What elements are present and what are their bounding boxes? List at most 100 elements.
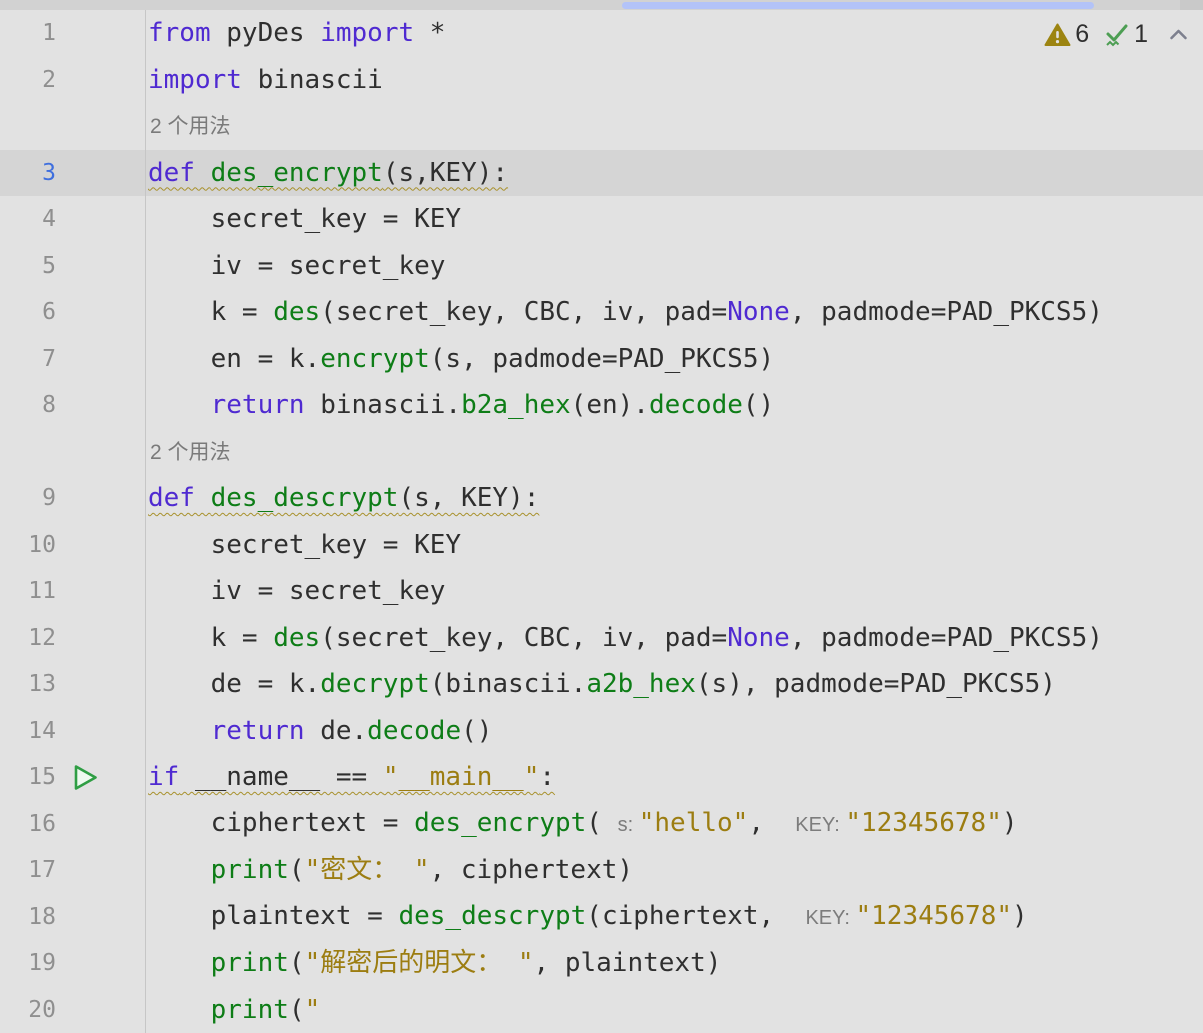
passed-group[interactable]: 1 [1103,20,1148,49]
code-segment-pl: ( [289,995,305,1025]
line-number[interactable]: 15 [0,764,56,790]
gutter[interactable]: 20 [0,987,146,1033]
code-line[interactable]: en = k.encrypt(s, padmode=PAD_PKCS5) [146,336,774,383]
code-line[interactable]: ciphertext = des_encrypt( s: "hello", KE… [146,800,1018,849]
scrollbar-thumb[interactable] [622,2,1094,9]
line-number[interactable]: 14 [0,718,56,744]
gutter[interactable]: 2 [0,57,146,104]
line-number[interactable]: 3 [0,160,56,186]
code-line[interactable]: def des_encrypt(s,KEY): [146,150,508,197]
line-number[interactable]: 10 [0,532,56,558]
code-text: k = des(secret_key, CBC, iv, pad=None, p… [148,297,1103,327]
code-segment-pl: iv = secret_key [148,576,445,606]
line-number[interactable]: 18 [0,904,56,930]
code-line-row: 2 import binascii [0,57,1203,104]
code-segment-pl: binascii [242,65,383,95]
gutter[interactable]: 15 [0,754,146,801]
gutter[interactable]: 1 [0,10,146,57]
line-number[interactable]: 8 [0,392,56,418]
line-number[interactable]: 6 [0,299,56,325]
editor-top-scrollbar[interactable] [0,0,1203,10]
code-line[interactable]: from pyDes import * [146,10,445,57]
gutter[interactable]: 11 [0,568,146,615]
code-line[interactable]: print("解密后的明文： ", plaintext) [146,940,721,987]
gutter[interactable]: 5 [0,243,146,290]
usages-inlay-label[interactable]: 2 个用法 [148,441,231,464]
code-segment-pl: (s,KEY): [383,158,508,188]
code-line[interactable]: print(" [146,987,320,1033]
gutter[interactable]: 9 [0,475,146,522]
usages-inlay-hint[interactable]: 2 个用法 [146,428,231,477]
gutter[interactable]: 18 [0,894,146,941]
line-number[interactable]: 2 [0,67,56,93]
code-segment-pl [148,390,211,420]
code-line[interactable]: def des_descrypt(s, KEY): [146,475,539,522]
line-number[interactable]: 13 [0,671,56,697]
run-button[interactable] [72,763,99,792]
code-text: return binascii.b2a_hex(en).decode() [148,390,774,420]
inspections-widget[interactable]: 6 1 [1044,20,1189,49]
code-segment-pl: * [414,18,445,48]
code-line[interactable]: k = des(secret_key, CBC, iv, pad=None, p… [146,615,1103,662]
code-line[interactable]: print("密文： ", ciphertext) [146,847,633,894]
code-line[interactable]: iv = secret_key [146,243,445,290]
code-segment-fn: des_descrypt [211,483,399,513]
code-line[interactable]: iv = secret_key [146,568,445,615]
gutter[interactable]: 13 [0,661,146,708]
line-number[interactable]: 4 [0,206,56,232]
code-text: secret_key = KEY [148,530,461,560]
code-line[interactable]: k = des(secret_key, CBC, iv, pad=None, p… [146,289,1103,336]
line-number[interactable]: 19 [0,950,56,976]
code-line[interactable]: plaintext = des_descrypt(ciphertext, KEY… [146,893,1028,942]
code-segment-fn: a2b_hex [586,669,696,699]
line-number[interactable]: 7 [0,346,56,372]
line-number[interactable]: 5 [0,253,56,279]
line-number[interactable]: 12 [0,625,56,651]
gutter[interactable]: 3 [0,150,146,197]
code-line[interactable]: secret_key = KEY [146,522,461,569]
code-line[interactable]: if __name__ == "__main__": [146,754,555,801]
gutter[interactable]: 17 [0,847,146,894]
code-segment-pl: k = [148,297,273,327]
code-segment-kw: return [211,716,305,746]
gutter[interactable]: 7 [0,336,146,383]
code-line[interactable]: import binascii [146,57,383,104]
gutter[interactable] [0,103,146,150]
gutter[interactable]: 19 [0,940,146,987]
code-segment-pl: , ciphertext) [430,855,634,885]
code-segment-pl: ( [289,948,305,978]
collapse-chevron-icon[interactable] [1168,27,1189,42]
code-line[interactable]: return de.decode() [146,708,492,755]
code-segment-fn: print [211,948,289,978]
gutter[interactable]: 16 [0,801,146,848]
code-segment-pl: __name__ == [179,762,383,792]
gutter[interactable]: 6 [0,289,146,336]
code-segment-pl: () [743,390,774,420]
gutter[interactable] [0,429,146,476]
gutter[interactable]: 8 [0,382,146,429]
gutter[interactable]: 14 [0,708,146,755]
code-segment-pl [148,948,211,978]
line-number[interactable]: 11 [0,578,56,604]
code-text: return de.decode() [148,716,492,746]
gutter[interactable]: 4 [0,196,146,243]
line-number[interactable]: 16 [0,811,56,837]
code-line[interactable]: de = k.decrypt(binascii.a2b_hex(s), padm… [146,661,1056,708]
code-segment-pl: , padmode=PAD_PKCS5) [790,623,1103,653]
code-segment-pl: (s, KEY): [398,483,539,513]
code-segment-pl: ( [586,808,617,838]
usages-inlay-label[interactable]: 2 个用法 [148,115,231,138]
code-line[interactable]: secret_key = KEY [146,196,461,243]
code-segment-fn: b2a_hex [461,390,571,420]
line-number[interactable]: 1 [0,20,56,46]
code-line[interactable]: return binascii.b2a_hex(en).decode() [146,382,774,429]
usages-inlay-hint[interactable]: 2 个用法 [146,102,231,151]
line-number[interactable]: 17 [0,857,56,883]
gutter[interactable]: 10 [0,522,146,569]
code-segment-fn: print [211,995,289,1025]
gutter[interactable]: 12 [0,615,146,662]
line-number[interactable]: 9 [0,485,56,511]
warnings-group[interactable]: 6 [1044,20,1089,49]
code-text: print("密文： ", ciphertext) [148,855,633,885]
code-segment-str: "hello" [639,808,749,838]
